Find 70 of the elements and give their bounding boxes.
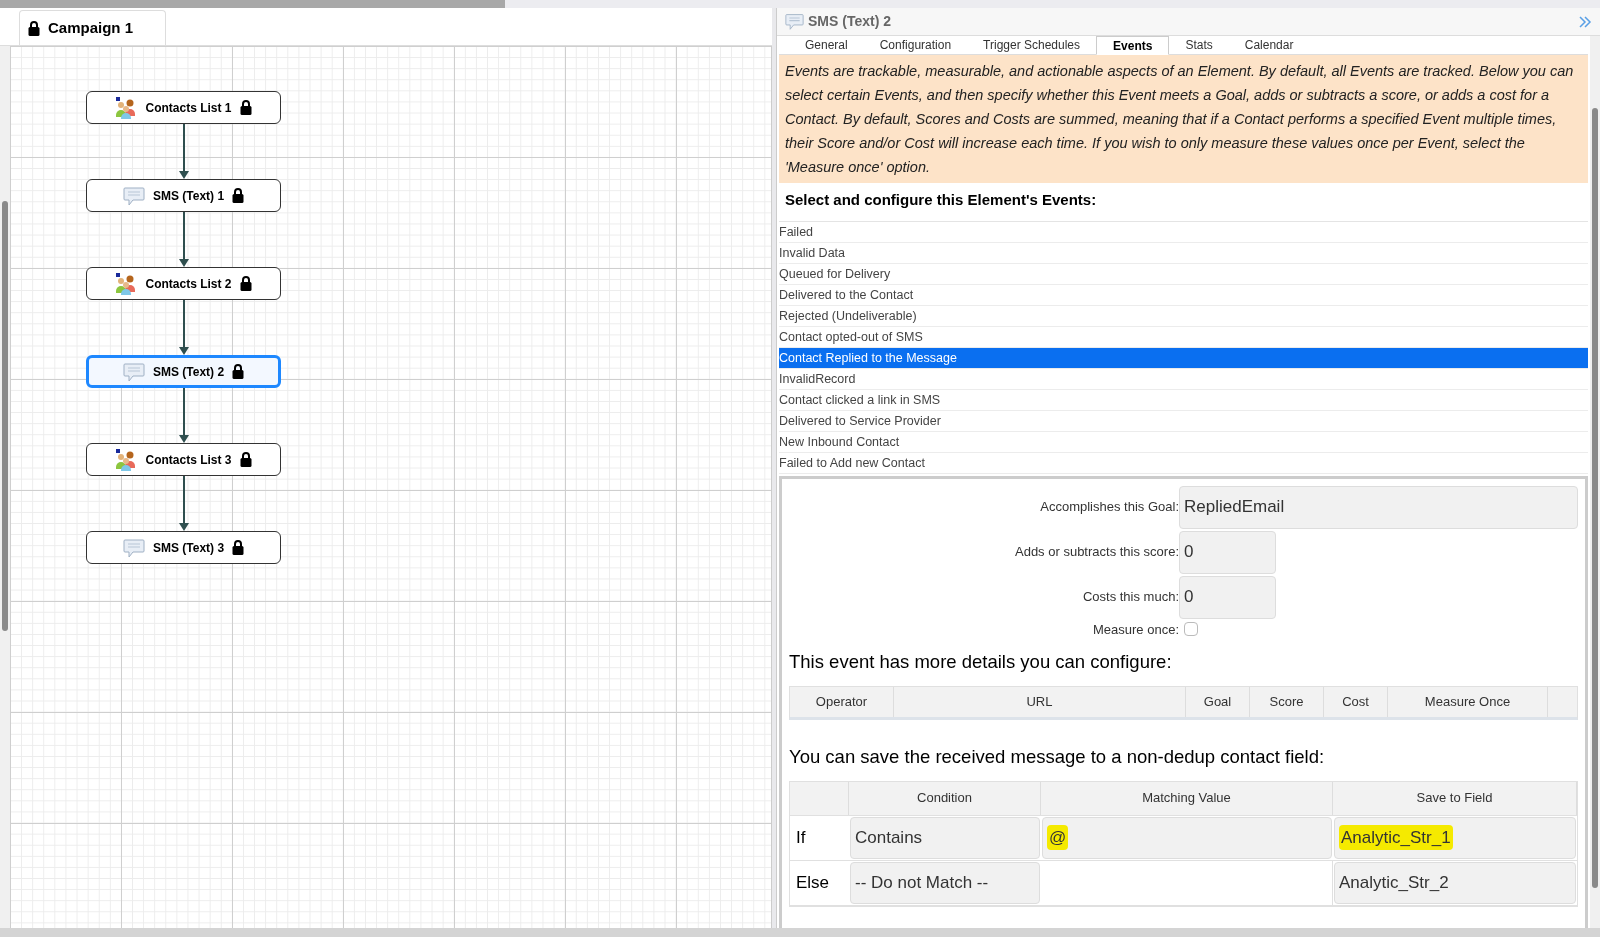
connector-arrow — [178, 476, 189, 531]
workflow-node[interactable]: Contacts List 1 — [86, 91, 281, 124]
row-label: Else — [795, 871, 831, 894]
row-label: If — [795, 826, 807, 849]
field-label: Costs this much: — [1081, 588, 1179, 607]
info-text: Events are trackable, measurable, and actionable aspects of an Element. By default, all Events are tracked. Below you can select certain Events, and then specify whether this Event meets a Goal, adds or subtracts a score, or adds a cost for a Contact. By default, Scores and Costs are summed, meaning that if a Contact performs a specified Event multiple times, their Score and/or Cost will increase each time. If you wish to only measure these values once per Event, select the 'Measure once' option. — [779, 55, 1588, 183]
select-field[interactable]: -- Do not Match -- — [850, 861, 1040, 904]
speech-bubble-icon — [785, 12, 804, 31]
event-item[interactable]: Invalid Data — [779, 242, 1588, 264]
people-icon — [115, 448, 138, 471]
column-header: Matching Value — [1041, 781, 1333, 815]
event-item[interactable]: InvalidRecord — [779, 368, 1588, 390]
canvas-tab[interactable]: Campaign 1 — [19, 10, 166, 45]
cost-field[interactable]: 0 — [1179, 575, 1276, 619]
panel-tab[interactable]: Trigger Schedules — [967, 36, 1097, 54]
panel-tab[interactable]: Configuration — [863, 36, 968, 54]
column-header: Score — [1250, 686, 1324, 717]
event-item[interactable]: Delivered to the Contact — [779, 284, 1588, 306]
event-item[interactable]: Contact opted-out of SMS — [779, 326, 1588, 348]
panel-tab[interactable]: Events — [1096, 36, 1170, 55]
column-header: Save to Field — [1333, 781, 1577, 815]
workflow-node[interactable]: SMS (Text) 2 — [86, 355, 281, 388]
workflow-node[interactable]: Contacts List 3 — [86, 443, 281, 476]
collapse-icon[interactable] — [1578, 14, 1592, 29]
event-item[interactable]: Delivered to Service Provider — [779, 410, 1588, 432]
event-item[interactable]: Contact Replied to the Message — [779, 347, 1588, 369]
connector-arrow — [178, 212, 189, 267]
select-field[interactable]: Contains — [850, 816, 1040, 859]
score-field[interactable]: 0 — [1179, 530, 1276, 574]
select-field[interactable]: Analytic_Str_2 — [1334, 861, 1576, 904]
event-item[interactable]: Queued for Delivery — [779, 263, 1588, 285]
panel-tab[interactable]: Calendar — [1228, 36, 1310, 54]
goal-field[interactable]: RepliedEmail — [1179, 485, 1578, 529]
field-label: Accomplishes this Goal: — [1039, 498, 1179, 517]
column-header: Operator — [790, 686, 894, 717]
field-label: Measure once: — [1092, 620, 1179, 639]
select-field[interactable]: Analytic_Str_1 — [1334, 816, 1576, 859]
speech-bubble-icon — [122, 184, 145, 207]
events-heading: Select and configure this Element's Events: — [784, 190, 1098, 210]
event-item[interactable]: Failed — [779, 221, 1588, 243]
column-header: Condition — [849, 781, 1041, 815]
people-icon — [115, 272, 138, 295]
column-header: Goal — [1186, 686, 1250, 717]
column-header: Measure Once — [1388, 686, 1548, 717]
details-heading: This event has more details you can configure: — [789, 650, 1173, 674]
scrollbar-thumb[interactable] — [2, 201, 8, 631]
save-heading: You can save the received message to a non-dedup contact field: — [789, 744, 1326, 769]
workflow-node[interactable]: SMS (Text) 3 — [86, 531, 281, 564]
column-header: URL — [894, 686, 1186, 717]
scrollbar-thumb[interactable] — [0, 0, 505, 8]
workflow-node[interactable]: SMS (Text) 1 — [86, 179, 281, 212]
event-item[interactable]: New Inbound Contact — [779, 431, 1588, 453]
panel-tab[interactable]: Stats — [1169, 36, 1229, 54]
speech-bubble-icon — [122, 360, 145, 383]
people-icon — [115, 96, 138, 119]
field-label: Adds or subtracts this score: — [1014, 543, 1179, 562]
measure-once-checkbox[interactable] — [1184, 622, 1198, 637]
connector-arrow — [178, 124, 189, 179]
event-item[interactable]: Failed to Add new Contact — [779, 452, 1588, 474]
event-item[interactable]: Contact clicked a link in SMS — [779, 389, 1588, 411]
speech-bubble-icon — [122, 536, 145, 559]
select-field[interactable]: @ — [1042, 816, 1332, 859]
scrollbar-thumb[interactable] — [1592, 108, 1598, 888]
event-item[interactable]: Rejected (Undeliverable) — [779, 305, 1588, 327]
panel-title: SMS (Text) 2 — [808, 12, 891, 31]
workflow-node[interactable]: Contacts List 2 — [86, 267, 281, 300]
connector-arrow — [178, 388, 189, 443]
connector-arrow — [178, 300, 189, 355]
column-header: Cost — [1324, 686, 1388, 717]
panel-tab[interactable]: General — [789, 36, 864, 54]
